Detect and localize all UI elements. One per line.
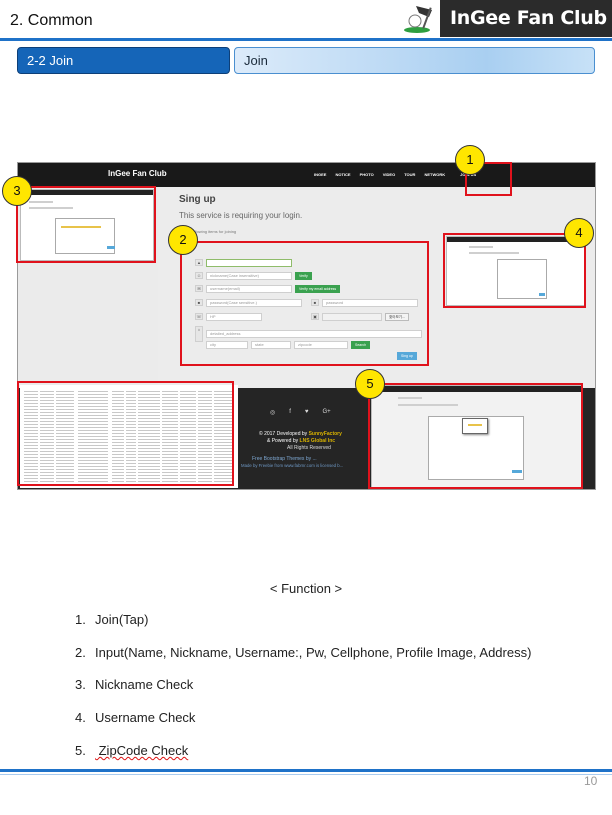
google-plus-icon[interactable]: G+ bbox=[322, 409, 330, 416]
nav-link-ingee[interactable]: INGEE bbox=[314, 172, 326, 177]
nav-link-video[interactable]: VIDEO bbox=[383, 172, 395, 177]
header-divider bbox=[0, 38, 612, 41]
signup-subtitle: This service is requiring your login. bbox=[179, 211, 303, 220]
function-item-number: 4. bbox=[75, 710, 86, 726]
tab-join[interactable]: Join bbox=[234, 47, 595, 74]
twitter-icon[interactable]: ♥ bbox=[305, 409, 309, 416]
signup-title: Sing up bbox=[179, 194, 216, 205]
site-brand[interactable]: InGee Fan Club bbox=[108, 169, 167, 178]
zipcode-check-highlight bbox=[368, 383, 583, 489]
nav-link-network[interactable]: NETWORK bbox=[424, 172, 445, 177]
marker-3: 3 bbox=[2, 176, 32, 206]
footer-divider bbox=[0, 769, 612, 772]
powered-prefix: & Powered by bbox=[267, 438, 300, 444]
footer-rights: All Rights Reserved bbox=[287, 445, 331, 451]
function-item-text: Join(Tap) bbox=[95, 612, 149, 627]
nickname-check-highlight bbox=[16, 186, 156, 263]
facebook-icon[interactable]: f bbox=[289, 409, 291, 416]
marker-2: 2 bbox=[168, 225, 198, 255]
signup-form-highlight bbox=[180, 241, 429, 366]
footer-powered: & Powered by LNS Global Inc bbox=[267, 438, 335, 444]
marker-4: 4 bbox=[564, 218, 594, 248]
golf-logo-icon bbox=[404, 6, 432, 33]
nav-links: INGEE NOTICE PHOTO VIDEO TOUR NETWORK JO… bbox=[314, 172, 476, 177]
function-title: < Function > bbox=[269, 581, 343, 596]
function-item-text: ZipCode Check bbox=[95, 742, 189, 758]
tab-section-join[interactable]: 2-2 Join bbox=[17, 47, 230, 74]
social-links: ◎ f ♥ G+ bbox=[270, 409, 331, 416]
function-item-text: Nickname Check bbox=[95, 677, 194, 693]
footer-divider-thin bbox=[0, 774, 612, 775]
nav-link-notice[interactable]: NOTICE bbox=[335, 172, 350, 177]
function-item: 2. Input(Name, Nickname, Username:, Pw, C… bbox=[75, 645, 531, 678]
footer-developed: © 2017 Developed by SunnyFactory bbox=[259, 431, 342, 437]
brand-name: InGee Fan Club bbox=[440, 0, 612, 37]
function-item: 3. Nickname Check bbox=[75, 677, 531, 710]
function-item: 4. Username Check bbox=[75, 710, 531, 743]
function-item-number: 3. bbox=[75, 677, 86, 693]
function-item-number: 2. bbox=[75, 644, 86, 660]
developed-prefix: © 2017 Developed by bbox=[259, 431, 309, 437]
instagram-icon[interactable]: ◎ bbox=[270, 409, 275, 416]
nav-link-tour[interactable]: TOUR bbox=[404, 172, 415, 177]
powered-link[interactable]: LNS Global Inc bbox=[300, 438, 336, 444]
nav-link-photo[interactable]: PHOTO bbox=[360, 172, 374, 177]
page-number: 10 bbox=[584, 774, 598, 788]
footer-credit[interactable]: Free Bootstrap Themes by ... bbox=[252, 456, 317, 462]
username-check-highlight bbox=[443, 233, 586, 308]
developer-link[interactable]: SunnyFactory bbox=[309, 431, 342, 437]
member-table-highlight bbox=[17, 381, 234, 486]
function-list: 1. Join(Tap) 2. Input(Name, Nickname, User… bbox=[75, 612, 531, 775]
function-item-number: 5. bbox=[75, 742, 86, 758]
function-item-text: Input(Name, Nickname, Username:, Pw, Cel… bbox=[95, 644, 532, 660]
function-item-number: 1. bbox=[75, 612, 86, 627]
marker-5: 5 bbox=[355, 369, 385, 399]
marker-1: 1 bbox=[455, 145, 485, 175]
section-title: 2. Common bbox=[10, 12, 93, 29]
function-item-text: Username Check bbox=[95, 710, 196, 726]
footer-license[interactable]: Made by Freebie from www.fabrnr.com is l… bbox=[241, 463, 343, 468]
function-item: 1. Join(Tap) bbox=[75, 612, 531, 645]
